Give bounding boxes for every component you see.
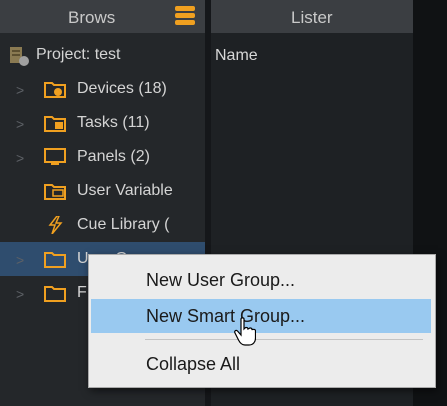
hand-cursor-icon xyxy=(234,317,256,346)
sidebar-item-label: F xyxy=(77,284,87,301)
sidebar-item-label: Panels (2) xyxy=(77,148,150,165)
menu-item-label: Collapse All xyxy=(146,354,241,374)
chevron-right-icon[interactable]: > xyxy=(16,252,24,268)
sidebar-item-tasks[interactable]: > Tasks (11) xyxy=(0,106,205,140)
user-groups-folder-icon xyxy=(44,252,66,268)
sidebar-item-panels[interactable]: > Panels (2) xyxy=(0,140,205,174)
devices-folder-icon xyxy=(44,82,66,98)
chevron-right-icon[interactable]: > xyxy=(16,286,24,302)
folder-icon xyxy=(44,286,66,302)
hamburger-menu-icon[interactable] xyxy=(175,6,195,26)
user-variables-icon xyxy=(44,184,66,200)
sidebar-item-devices[interactable]: > Devices (18) xyxy=(0,72,205,106)
column-header-name[interactable]: Name xyxy=(215,47,258,65)
tasks-folder-icon xyxy=(44,116,66,132)
project-label: Project: test xyxy=(36,46,121,63)
context-menu: New User Group... New Smart Group... Col… xyxy=(88,254,436,388)
chevron-right-icon[interactable]: > xyxy=(16,150,24,166)
panels-icon xyxy=(44,148,66,165)
lister-header: Lister xyxy=(211,0,413,33)
tree-row-project[interactable]: Project: test xyxy=(0,38,205,72)
menu-item-new-user-group[interactable]: New User Group... xyxy=(91,263,431,297)
sidebar-item-label: Tasks (11) xyxy=(77,114,150,131)
chevron-right-icon[interactable]: > xyxy=(16,82,24,98)
sidebar-item-label: Cue Library ( xyxy=(77,216,170,233)
sidebar-item-label: User Variable xyxy=(77,182,173,199)
browser-title: Brows xyxy=(68,8,116,27)
sidebar-item-user-variables[interactable]: User Variable xyxy=(0,174,205,208)
chevron-right-icon[interactable]: > xyxy=(16,116,24,132)
project-icon xyxy=(10,47,29,66)
menu-item-collapse-all[interactable]: Collapse All xyxy=(91,347,431,381)
menu-separator xyxy=(145,339,423,340)
lister-title: Lister xyxy=(291,8,333,27)
menu-item-label: New Smart Group... xyxy=(146,306,306,326)
cue-library-icon xyxy=(48,216,63,234)
sidebar-item-cue-library[interactable]: Cue Library ( xyxy=(0,208,205,242)
browser-header: Brows xyxy=(0,0,205,33)
sidebar-item-label: Devices (18) xyxy=(77,80,167,97)
menu-item-label: New User Group... xyxy=(146,270,296,290)
menu-item-new-smart-group[interactable]: New Smart Group... xyxy=(91,299,431,333)
